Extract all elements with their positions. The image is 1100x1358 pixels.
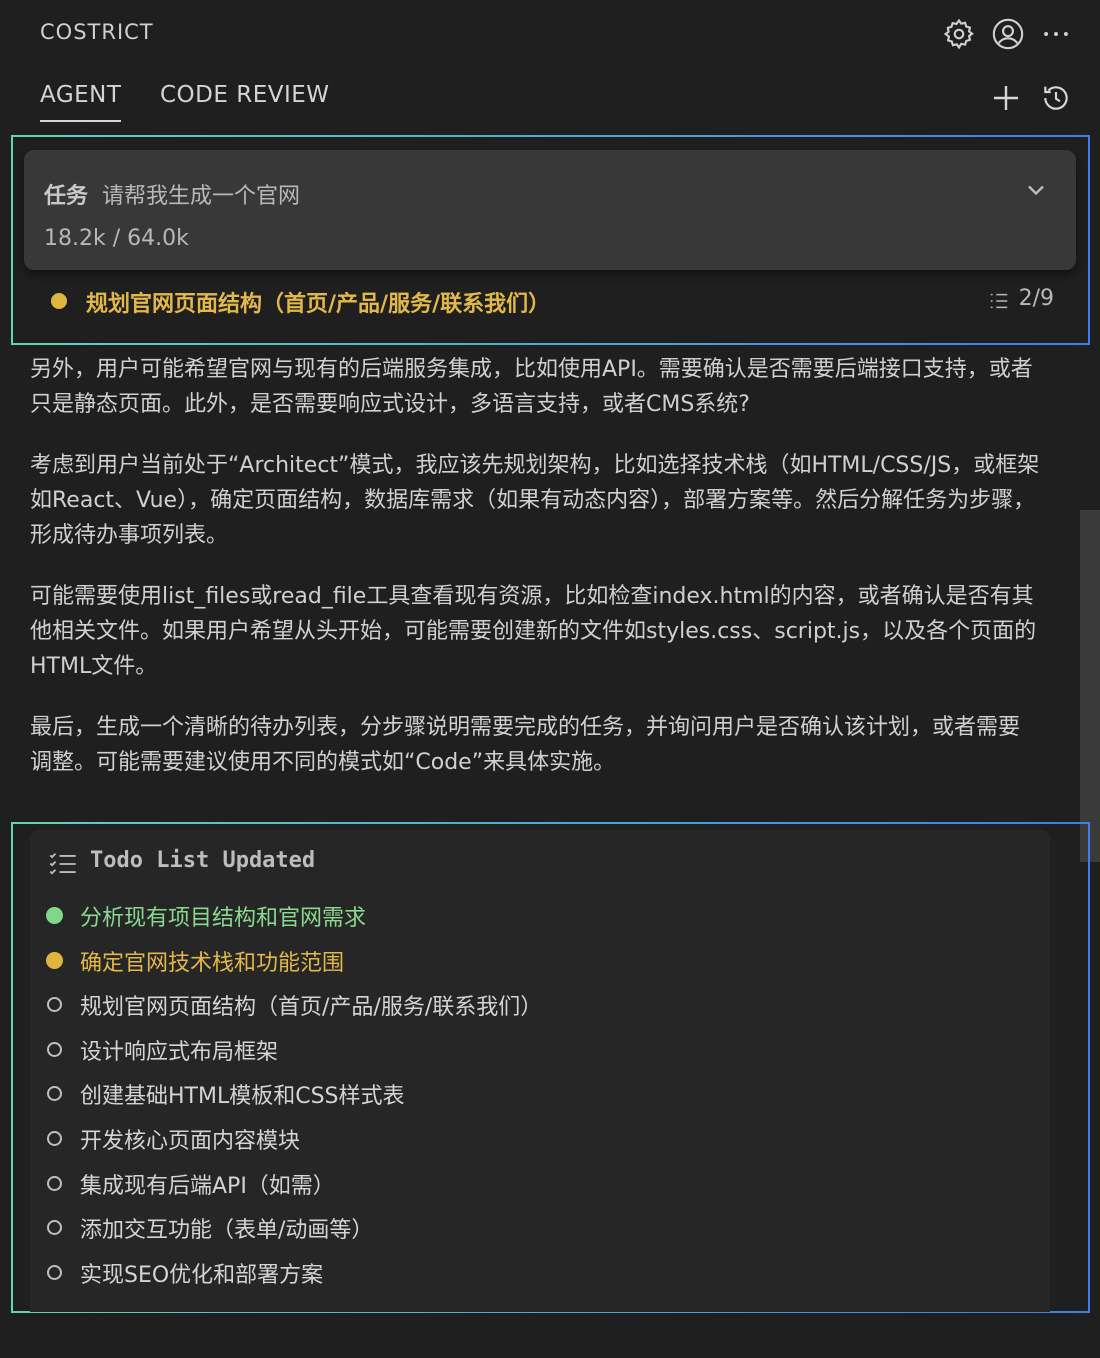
task-text: 请帮我生成一个官网 bbox=[102, 184, 301, 209]
todo-item-text: 添加交互功能（表单/动画等） bbox=[80, 1218, 374, 1244]
account-icon[interactable] bbox=[988, 14, 1028, 54]
todo-item-text: 开发核心页面内容模块 bbox=[80, 1128, 301, 1154]
todo-item: 确定官网技术栈和功能范围 bbox=[30, 939, 1050, 984]
list-icon bbox=[990, 293, 1008, 309]
todo-item-text: 确定官网技术栈和功能范围 bbox=[80, 950, 345, 976]
status-circle-pending bbox=[47, 1175, 62, 1191]
status-dot-done bbox=[46, 907, 63, 924]
status-dot-active bbox=[46, 951, 63, 969]
todo-item: 创建基础HTML模板和CSS样式表 bbox=[30, 1072, 1050, 1117]
history-icon[interactable] bbox=[1036, 78, 1076, 118]
message-paragraph: 可能需要使用list_files或read_file工具查看现有资源，比如检查i… bbox=[30, 584, 1037, 679]
todo-item: 集成现有后端API（如需） bbox=[30, 1162, 1050, 1207]
todo-item-text: 实现SEO优化和部署方案 bbox=[80, 1262, 324, 1288]
todo-item: 分析现有项目结构和官网需求 bbox=[30, 894, 1050, 939]
todo-item: 规划官网页面结构（首页/产品/服务/联系我们） bbox=[30, 983, 1050, 1028]
header-bar: COSTRICT bbox=[0, 0, 1100, 68]
gear-icon[interactable] bbox=[939, 14, 979, 54]
checklist-icon bbox=[49, 852, 76, 875]
todo-item-text: 分析现有项目结构和官网需求 bbox=[80, 906, 367, 931]
assistant-message: 另外，用户可能希望官网与现有的后端服务集成，比如使用API。需要确认是否需要后端… bbox=[30, 352, 1040, 806]
plus-icon[interactable] bbox=[986, 78, 1026, 118]
tab-agent[interactable]: AGENT bbox=[40, 82, 122, 122]
todo-title: Todo List Updated bbox=[90, 848, 316, 873]
app-title: COSTRICT bbox=[40, 20, 154, 44]
todo-item: 开发核心页面内容模块 bbox=[30, 1117, 1050, 1162]
todo-card: Todo List Updated 分析现有项目结构和官网需求 确定官网技术栈和… bbox=[30, 830, 1050, 1312]
todo-item: 添加交互功能（表单/动画等） bbox=[30, 1206, 1050, 1251]
todo-item-text: 规划官网页面结构（首页/产品/服务/联系我们） bbox=[80, 995, 543, 1021]
tab-bar: AGENT CODE REVIEW bbox=[0, 68, 1100, 130]
current-step-text: 规划官网页面结构（首页/产品/服务/联系我们） bbox=[86, 292, 551, 317]
task-card[interactable]: 任务 请帮我生成一个官网 18.2k / 64.0k bbox=[24, 150, 1076, 270]
todo-item-text: 设计响应式布局框架 bbox=[80, 1039, 279, 1065]
more-icon[interactable] bbox=[1036, 14, 1076, 54]
task-label: 任务 bbox=[44, 184, 89, 209]
status-circle-pending bbox=[47, 997, 62, 1013]
chevron-down-icon[interactable] bbox=[1022, 176, 1050, 204]
token-usage: 18.2k / 64.0k bbox=[44, 226, 189, 251]
message-paragraph: 考虑到用户当前处于“Architect”模式，我应该先规划架构，比如选择技术栈（… bbox=[30, 453, 1040, 548]
status-circle-pending bbox=[47, 1220, 62, 1236]
message-paragraph: 另外，用户可能希望官网与现有的后端服务集成，比如使用API。需要确认是否需要后端… bbox=[30, 357, 1033, 417]
tab-code-review[interactable]: CODE REVIEW bbox=[160, 82, 330, 120]
todo-list: 分析现有项目结构和官网需求 确定官网技术栈和功能范围 规划官网页面结构（首页/产… bbox=[30, 894, 1050, 1295]
status-circle-pending bbox=[47, 1130, 62, 1146]
todo-item: 设计响应式布局框架 bbox=[30, 1028, 1050, 1073]
status-dot-active bbox=[51, 293, 67, 309]
status-circle-pending bbox=[47, 1086, 62, 1102]
scrollbar-thumb[interactable] bbox=[1080, 510, 1100, 862]
status-circle-pending bbox=[47, 1264, 62, 1280]
status-circle-pending bbox=[47, 1041, 62, 1057]
todo-item-text: 集成现有后端API（如需） bbox=[80, 1173, 335, 1199]
message-paragraph: 最后，生成一个清晰的待办列表，分步骤说明需要完成的任务，并询问用户是否确认该计划… bbox=[30, 715, 1021, 775]
todo-item-text: 创建基础HTML模板和CSS样式表 bbox=[80, 1084, 405, 1110]
todo-item: 实现SEO优化和部署方案 bbox=[30, 1251, 1050, 1296]
app-window: COSTRICT AGENT CODE REVIEW 任务 请帮我生成一个官网 … bbox=[0, 0, 1100, 1358]
step-progress: 2/9 bbox=[1018, 286, 1054, 311]
current-step-row[interactable]: 规划官网页面结构（首页/产品/服务/联系我们） 2/9 bbox=[24, 272, 1076, 330]
